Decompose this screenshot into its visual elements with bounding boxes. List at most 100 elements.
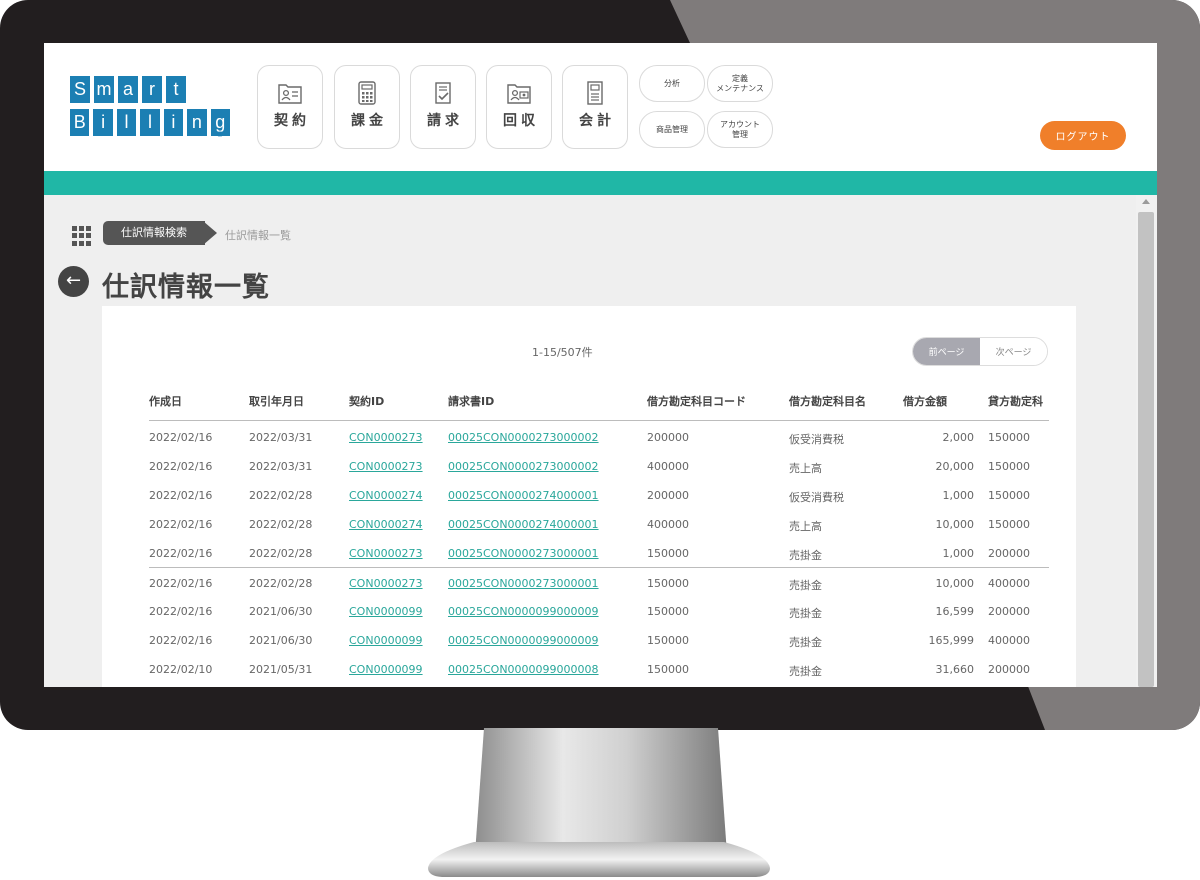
column-header-trade-date[interactable]: 取引年月日 — [249, 393, 304, 409]
table-row: 2022/02/16 2021/06/30 CON0000099 00025CON00… — [149, 625, 1049, 654]
cell-contract-id[interactable]: CON0000274 — [349, 518, 423, 531]
cell-contract-id[interactable]: CON0000273 — [349, 547, 423, 560]
nav-button-definition-maintenance[interactable]: 定義 メンテナンス — [707, 65, 773, 102]
table-row: 2022/02/16 2022/03/31 CON0000273 00025CON00… — [149, 422, 1049, 451]
cell-trade-date: 2021/06/30 — [249, 605, 313, 618]
scroll-up-arrow-icon[interactable] — [1142, 199, 1150, 204]
cell-invoice-id[interactable]: 00025CON0000099000009 — [448, 605, 599, 618]
registered-mark: ® — [217, 130, 223, 139]
prev-page-button[interactable]: 前ページ — [913, 338, 980, 365]
column-header-created[interactable]: 作成日 — [149, 393, 182, 409]
invoice-icon — [435, 82, 451, 104]
cell-contract-id[interactable]: CON0000273 — [349, 577, 423, 590]
nav-button-collection[interactable]: 回収 — [486, 65, 552, 149]
cell-invoice-id[interactable]: 00025CON0000273000001 — [448, 577, 599, 590]
cell-created: 2022/02/16 — [149, 431, 213, 444]
cell-debit-code: 150000 — [647, 577, 689, 590]
cell-invoice-id[interactable]: 00025CON0000273000002 — [448, 431, 599, 444]
cell-debit-code: 200000 — [647, 489, 689, 502]
cell-created: 2022/02/16 — [149, 547, 213, 560]
cell-invoice-id[interactable]: 00025CON0000274000001 — [448, 518, 599, 531]
scrollbar-thumb[interactable] — [1138, 212, 1154, 687]
nav-button-analysis[interactable]: 分析 — [639, 65, 705, 102]
nav-button-label: 回収 — [503, 113, 539, 129]
collection-icon — [507, 84, 531, 104]
nav-button-contract[interactable]: 契約 — [257, 65, 323, 149]
breadcrumb-parent[interactable]: 仕訳情報検索 — [103, 221, 205, 245]
table-row: 2022/02/16 2022/02/28 CON0000273 00025CON00… — [149, 567, 1049, 596]
cell-debit-name: 売掛金 — [789, 636, 822, 649]
journal-list-card: 1-15/507件 前ページ 次ページ 作成日 取引年月日 契約ID 請求書ID… — [102, 306, 1076, 687]
logo-letter: B — [70, 109, 90, 136]
contract-icon — [278, 84, 302, 104]
cell-debit-code: 150000 — [647, 605, 689, 618]
column-header-credit-code[interactable]: 貸方勘定科 — [988, 393, 1043, 409]
cell-trade-date: 2021/06/30 — [249, 634, 313, 647]
cell-contract-id[interactable]: CON0000099 — [349, 605, 423, 618]
sub-button-label: アカウント 管理 — [720, 119, 760, 139]
cell-contract-id[interactable]: CON0000273 — [349, 460, 423, 473]
logo-letter: m — [94, 76, 114, 103]
cell-invoice-id[interactable]: 00025CON0000274000001 — [448, 489, 599, 502]
nav-button-billing[interactable]: 課金 — [334, 65, 400, 149]
cell-debit-name: 売掛金 — [789, 549, 822, 562]
grid-menu-icon[interactable] — [72, 226, 92, 246]
cell-debit-code: 150000 — [647, 663, 689, 676]
cell-debit-amount: 165,999 — [928, 634, 975, 647]
cell-debit-code: 400000 — [647, 460, 689, 473]
cell-invoice-id[interactable]: 00025CON0000099000009 — [448, 634, 599, 647]
logout-label: ログアウト — [1055, 132, 1111, 143]
accounting-icon — [587, 81, 603, 105]
cell-debit-code: 150000 — [647, 634, 689, 647]
cell-contract-id[interactable]: CON0000099 — [349, 634, 423, 647]
cell-debit-amount: 10,000 — [935, 518, 975, 531]
column-header-debit-amount[interactable]: 借方金額 — [903, 393, 947, 409]
cell-credit-code: 200000 — [988, 605, 1030, 618]
nav-button-account-management[interactable]: アカウント 管理 — [707, 111, 773, 148]
next-page-button[interactable]: 次ページ — [980, 338, 1047, 365]
column-header-debit-code[interactable]: 借方勘定科目コード — [647, 393, 746, 409]
cell-created: 2022/02/16 — [149, 634, 213, 647]
table-row: 2022/02/16 2022/02/28 CON0000274 00025CON00… — [149, 509, 1049, 538]
cell-debit-amount: 16,599 — [935, 605, 975, 618]
smart-billing-logo[interactable]: S m a r t B i l l i n g ® — [70, 76, 230, 142]
logo-letter: l — [140, 109, 160, 136]
column-header-contract-id[interactable]: 契約ID — [349, 393, 384, 409]
vertical-scrollbar[interactable] — [1136, 195, 1157, 687]
cell-invoice-id[interactable]: 00025CON0000099000008 — [448, 663, 599, 676]
logout-button[interactable]: ログアウト — [1040, 121, 1126, 150]
logo-letter: n — [187, 109, 207, 136]
cell-contract-id[interactable]: CON0000274 — [349, 489, 423, 502]
column-header-invoice-id[interactable]: 請求書ID — [448, 393, 494, 409]
cell-trade-date: 2022/03/31 — [249, 460, 313, 473]
cell-debit-name: 仮受消費税 — [789, 433, 844, 446]
logo-letter: i — [163, 109, 184, 136]
breadcrumb-current: 仕訳情報一覧 — [225, 229, 291, 242]
cell-contract-id[interactable]: CON0000099 — [349, 663, 423, 676]
cell-invoice-id[interactable]: 00025CON0000273000002 — [448, 460, 599, 473]
cell-debit-amount: 31,660 — [935, 663, 975, 676]
logo-letter: S — [70, 76, 90, 103]
cell-invoice-id[interactable]: 00025CON0000273000001 — [448, 547, 599, 560]
cell-contract-id[interactable]: CON0000273 — [349, 431, 423, 444]
nav-button-label: 契約 — [274, 113, 310, 129]
header-accent-bar — [44, 171, 1157, 195]
cell-debit-amount: 1,000 — [942, 489, 975, 502]
sub-button-label: 分析 — [664, 78, 680, 88]
nav-button-label: 請求 — [427, 113, 463, 129]
cell-debit-name: 売掛金 — [789, 579, 822, 592]
nav-button-invoice[interactable]: 請求 — [410, 65, 476, 149]
cell-created: 2022/02/16 — [149, 518, 213, 531]
table-row: 2022/02/16 2022/02/28 CON0000273 00025CON00… — [149, 538, 1049, 567]
cell-credit-code: 200000 — [988, 547, 1030, 560]
cell-created: 2022/02/16 — [149, 605, 213, 618]
nav-button-product-management[interactable]: 商品管理 — [639, 111, 705, 148]
table-row: 2022/02/16 2021/06/30 CON0000099 00025CON00… — [149, 596, 1049, 625]
logo-row-billing: B i l l i n g — [70, 109, 230, 136]
cell-credit-code: 400000 — [988, 577, 1030, 590]
pagination-controls: 前ページ 次ページ — [912, 337, 1048, 366]
nav-button-accounting[interactable]: 会計 — [562, 65, 628, 149]
logo-letter: l — [116, 109, 137, 136]
column-header-debit-name[interactable]: 借方勘定科目名 — [789, 393, 866, 409]
back-arrow-icon[interactable]: ← — [58, 266, 89, 297]
